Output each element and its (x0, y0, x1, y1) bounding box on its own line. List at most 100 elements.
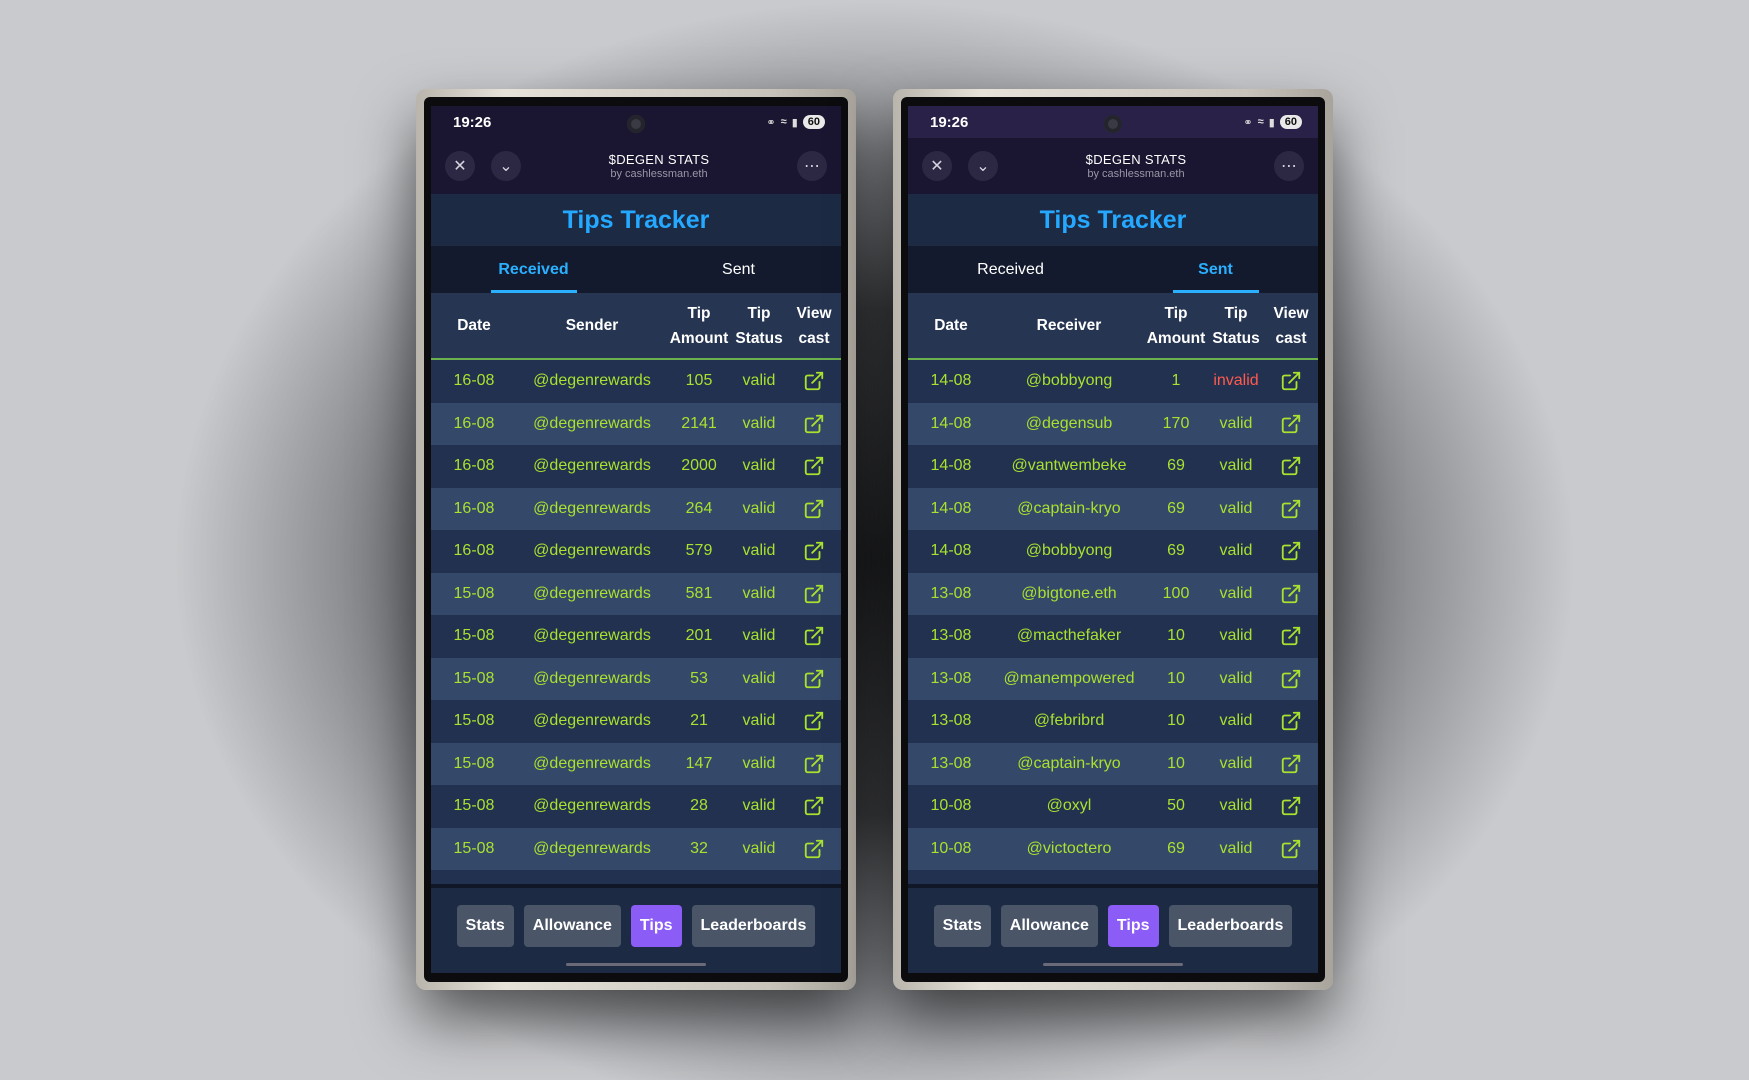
cell-date: 16-08 (453, 499, 495, 517)
close-button[interactable]: ✕ (922, 151, 952, 181)
cell-status: valid (742, 542, 776, 560)
view-cast-link[interactable] (787, 498, 841, 520)
view-cast-link[interactable] (787, 540, 841, 562)
tab-sent[interactable]: Sent (636, 246, 841, 293)
nav-tips-button[interactable]: Tips (630, 905, 682, 947)
cell-date: 15-08 (453, 797, 495, 815)
column-amount-line2: Amount (669, 329, 729, 347)
signal-icon: ▮ (791, 116, 798, 129)
table-header: Date Receiver Tip Amount Tip Status View… (908, 293, 1318, 360)
home-indicator[interactable] (566, 963, 706, 966)
view-cast-link[interactable] (1264, 625, 1318, 647)
view-cast-link[interactable] (787, 583, 841, 605)
view-cast-link[interactable] (1264, 413, 1318, 435)
column-amount[interactable]: Tip Amount (1144, 301, 1208, 351)
view-cast-link[interactable] (787, 753, 841, 775)
external-link-icon (803, 414, 825, 433)
home-indicator[interactable] (1043, 963, 1183, 966)
cell-status: valid (1219, 839, 1253, 857)
view-cast-link[interactable] (787, 370, 841, 392)
status-icons: ⚭ ≈ ▮ 60 (1243, 115, 1302, 129)
view-cast-link[interactable] (1264, 583, 1318, 605)
cell-date: 10-08 (930, 839, 972, 857)
column-date[interactable]: Date (908, 317, 994, 335)
more-dots-icon: ⋯ (1280, 158, 1297, 175)
column-date[interactable]: Date (431, 317, 517, 335)
view-cast-link[interactable] (1264, 370, 1318, 392)
cell-date: 16-08 (453, 542, 495, 560)
table-row: 14-08 @degensub 170 valid (908, 402, 1318, 445)
column-name[interactable]: Receiver (994, 317, 1144, 335)
cell-user: @degenrewards (533, 499, 651, 517)
view-cast-link[interactable] (1264, 455, 1318, 477)
table-row: 16-08 @degenrewards 2000 valid (431, 445, 841, 488)
cell-status: valid (742, 627, 776, 645)
view-cast-link[interactable] (787, 710, 841, 732)
cell-date: 15-08 (453, 584, 495, 602)
table-row: 16-08 @degenrewards 2141 valid (431, 402, 841, 445)
tab-received[interactable]: Received (908, 246, 1113, 293)
nav-tips-button[interactable]: Tips (1107, 905, 1159, 947)
view-cast-link[interactable] (1264, 753, 1318, 775)
cell-date: 15-08 (453, 669, 495, 687)
view-cast-link[interactable] (787, 795, 841, 817)
cell-status: valid (1219, 457, 1253, 475)
column-amount[interactable]: Tip Amount (667, 301, 731, 351)
app-header: ✕ ⌄ $DEGEN STATS by cashlessman.eth ⋯ (908, 138, 1318, 194)
wifi-icon: ≈ (780, 116, 787, 128)
column-status[interactable]: Tip Status (1208, 301, 1264, 351)
tab-sent[interactable]: Sent (1113, 246, 1318, 293)
cell-date: 14-08 (930, 372, 972, 390)
cell-amount: 581 (685, 584, 713, 602)
more-options-button[interactable]: ⋯ (796, 151, 827, 181)
nav-allowance-button[interactable]: Allowance (1000, 905, 1098, 947)
status-time: 19:26 (453, 113, 492, 131)
view-cast-link[interactable] (787, 413, 841, 435)
cell-status: valid (1219, 712, 1253, 730)
tab-bar: Received Sent (908, 246, 1318, 293)
app-header: ✕ ⌄ $DEGEN STATS by cashlessman.eth ⋯ (431, 138, 841, 194)
table-row: 16-08 @degenrewards 579 valid (431, 530, 841, 573)
view-cast-link[interactable] (1264, 540, 1318, 562)
column-amount-line1: Tip (1164, 304, 1188, 322)
cell-amount: 1 (1171, 372, 1181, 390)
cell-amount: 2141 (681, 414, 717, 432)
nav-stats-button[interactable]: Stats (933, 905, 991, 947)
cell-date: 13-08 (930, 712, 972, 730)
app-title-block: $DEGEN STATS by cashlessman.eth (1086, 152, 1187, 180)
tab-received[interactable]: Received (431, 246, 636, 293)
table-row: 14-08 @bobbyong 1 invalid (908, 360, 1318, 403)
cell-user: @degensub (1025, 414, 1113, 432)
collapse-button[interactable]: ⌄ (491, 151, 521, 181)
nav-stats-button[interactable]: Stats (456, 905, 514, 947)
view-cast-link[interactable] (787, 625, 841, 647)
nav-leaderboards-button[interactable]: Leaderboards (691, 905, 816, 947)
cell-amount: 21 (690, 712, 708, 730)
collapse-button[interactable]: ⌄ (968, 151, 998, 181)
cell-user: @degenrewards (533, 457, 651, 475)
view-cast-link[interactable] (787, 838, 841, 860)
table-row: 13-08 @manempowered 10 valid (908, 657, 1318, 700)
more-options-button[interactable]: ⋯ (1273, 151, 1304, 181)
column-view: View cast (1264, 301, 1318, 351)
wifi-icon: ≈ (1257, 116, 1264, 128)
front-camera (1104, 115, 1122, 133)
external-link-icon (803, 754, 825, 773)
cell-date: 14-08 (930, 542, 972, 560)
column-status[interactable]: Tip Status (731, 301, 787, 351)
nav-allowance-button[interactable]: Allowance (523, 905, 621, 947)
close-button[interactable]: ✕ (445, 151, 475, 181)
external-link-icon (1280, 754, 1302, 773)
view-cast-link[interactable] (787, 455, 841, 477)
view-cast-link[interactable] (1264, 838, 1318, 860)
view-cast-link[interactable] (1264, 668, 1318, 690)
view-cast-link[interactable] (787, 668, 841, 690)
view-cast-link[interactable] (1264, 498, 1318, 520)
view-cast-link[interactable] (1264, 710, 1318, 732)
column-name[interactable]: Sender (517, 317, 667, 335)
nav-leaderboards-button[interactable]: Leaderboards (1168, 905, 1293, 947)
column-view-line2: cast (798, 329, 830, 347)
cell-user: @bigtone.eth (1021, 584, 1117, 602)
view-cast-link[interactable] (1264, 795, 1318, 817)
cell-date: 14-08 (930, 457, 972, 475)
